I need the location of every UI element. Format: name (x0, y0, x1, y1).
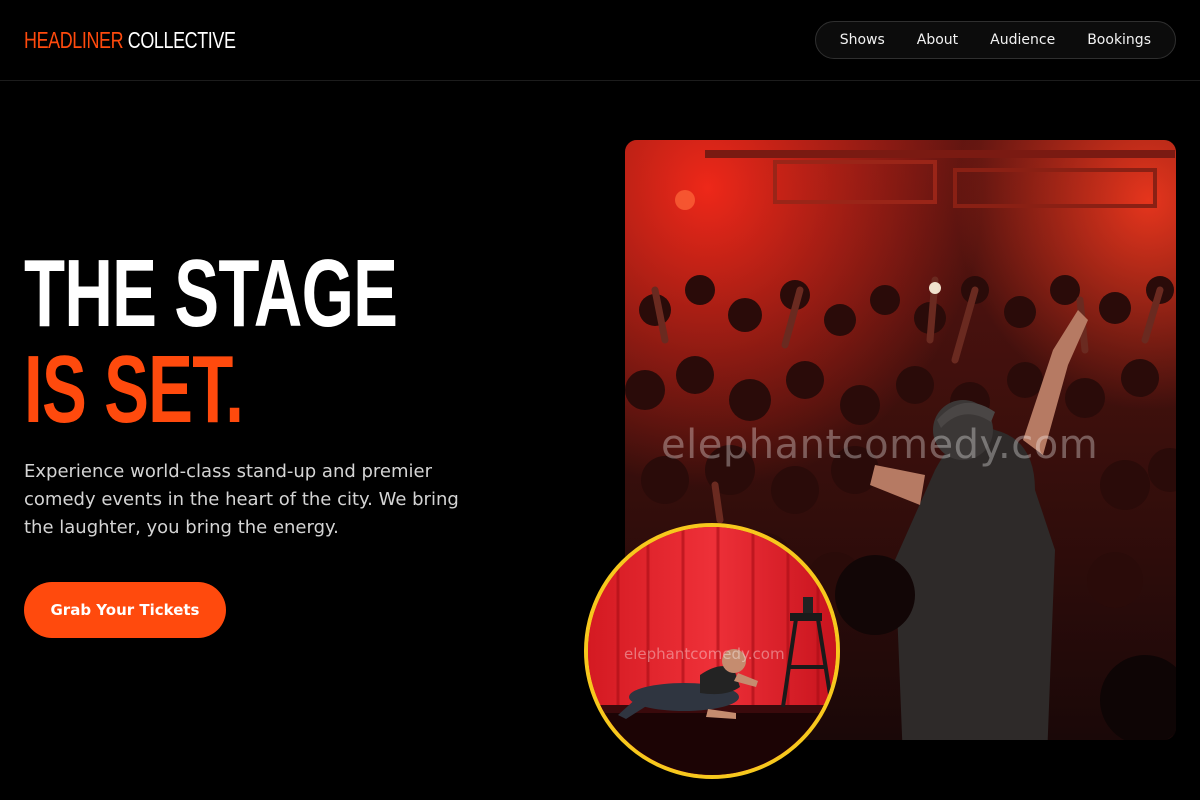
inset-comedian-photo: elephantcomedy.com (584, 523, 840, 779)
main-nav: Shows About Audience Bookings (814, 21, 1176, 59)
nav-item-about[interactable]: About (903, 22, 972, 58)
site-header: HEADLINER COLLECTIVE Shows About Audienc… (0, 0, 1200, 81)
nav-item-shows[interactable]: Shows (826, 22, 899, 58)
main-photo-watermark: elephantcomedy.com (661, 422, 1099, 468)
hero-description: Experience world-class stand-up and prem… (24, 461, 459, 538)
hero-title: THE STAGE IS SET. (24, 240, 398, 443)
hero-title-line2: IS SET. (24, 336, 244, 443)
grab-tickets-button[interactable]: Grab Your Tickets (24, 582, 226, 638)
brand-logo[interactable]: HEADLINER COLLECTIVE (24, 27, 236, 54)
brand-logo-rest: COLLECTIVE (127, 26, 236, 53)
nav-item-bookings[interactable]: Bookings (1073, 22, 1165, 58)
inset-photo-watermark: elephantcomedy.com (624, 645, 785, 663)
brand-logo-accent: HEADLINER (24, 26, 124, 53)
nav-item-audience[interactable]: Audience (976, 22, 1069, 58)
hero-title-line1: THE STAGE (24, 240, 398, 347)
